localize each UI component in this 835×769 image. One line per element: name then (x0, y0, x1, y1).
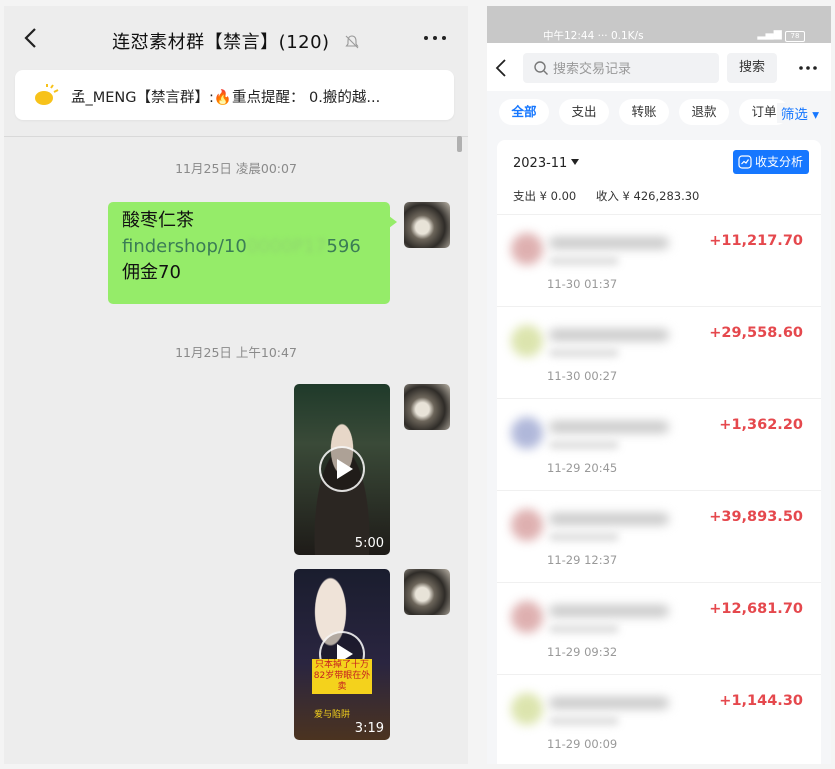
income-summary: 收入 ¥ 426,283.30 (595, 189, 700, 203)
blurred-merchant-name (549, 697, 669, 709)
chart-icon (738, 155, 752, 169)
blurred-merchant-name (549, 605, 669, 617)
battery-icon: 78 (785, 31, 805, 42)
signal-icon: ▂▄▆ (757, 28, 782, 40)
transaction-row[interactable]: +39,893.50 11-29 12:37 (497, 490, 821, 583)
play-icon[interactable] (319, 446, 365, 492)
link-text: findershop/10 (122, 236, 247, 257)
mute-bell-icon (345, 35, 359, 49)
filter-button[interactable]: 筛选 ▾ (776, 103, 819, 123)
video-message[interactable]: 只本掉了十万 82岁带眼在外卖 爱与陷阱 3:19 (294, 569, 390, 740)
blurred-subtitle (549, 533, 619, 541)
transaction-row[interactable]: +29,558.60 11-30 00:27 (497, 306, 821, 399)
sender-avatar[interactable] (404, 384, 450, 430)
transaction-row[interactable]: +1,144.30 11-29 00:09 (497, 674, 821, 764)
chat-window: 连怼素材群【禁言】(120) 孟_MENG【禁言群】:🔥重点提醒： 0.搬的越.… (4, 6, 468, 764)
status-time: 中午12:44 (543, 30, 595, 42)
video-caption: 只本掉了十万 82岁带眼在外卖 (312, 659, 372, 694)
video-caption-line: 爱与陷阱 (314, 710, 351, 720)
chat-title-row: 连怼素材群【禁言】(120) (4, 28, 468, 54)
transaction-time: 11-30 00:27 (547, 369, 618, 383)
video-message[interactable]: 5:00 (294, 384, 390, 555)
transaction-amount: +29,558.60 (709, 325, 803, 341)
transaction-row[interactable]: +11,217.70 11-30 01:37 (497, 214, 821, 307)
status-bar: 中午12:44 ··· 0.1K/s ▂▄▆ 78 (487, 6, 831, 43)
blurred-merchant-icon (511, 417, 543, 449)
blurred-merchant-name (549, 513, 669, 525)
month-selector[interactable]: 2023-11 (513, 156, 580, 171)
search-bar: 搜索 (487, 43, 831, 91)
search-icon (534, 61, 548, 75)
transaction-amount: +1,144.30 (719, 693, 803, 709)
analysis-button[interactable]: 收支分析 (732, 150, 809, 174)
transaction-time: 11-29 09:32 (547, 645, 618, 659)
notice-text: 孟_MENG【禁言群】:🔥重点提醒： 0.搬的越... (71, 90, 381, 106)
analysis-label: 收支分析 (754, 155, 803, 169)
filter-chip-refund[interactable]: 退款 (679, 99, 729, 125)
more-options-icon[interactable] (420, 26, 450, 50)
chat-title: 连怼素材群【禁言】(120) (112, 32, 330, 53)
expense-summary: 支出 ¥ 0.00 (513, 189, 577, 203)
transaction-amount: +12,681.70 (709, 601, 803, 617)
search-button[interactable]: 搜索 (727, 53, 777, 83)
transaction-row[interactable]: +12,681.70 11-29 09:32 (497, 582, 821, 675)
blurred-merchant-icon (511, 601, 543, 633)
more-options-icon[interactable] (797, 58, 819, 78)
transaction-time: 11-29 12:37 (547, 553, 618, 567)
message-line: 佣金70 (122, 262, 181, 283)
search-input[interactable] (551, 57, 715, 81)
text-message-bubble[interactable]: 酸枣仁茶 findershop/100000P17596 佣金70 (108, 202, 397, 304)
transaction-list-card: 2023-11 收支分析 支出 ¥ 0.00 收入 ¥ 426,283.30 +… (497, 140, 821, 764)
video-caption-line: 只本掉了十万 (314, 660, 369, 670)
blurred-merchant-icon (511, 233, 543, 265)
blurred-subtitle (549, 257, 619, 265)
blurred-subtitle (549, 625, 619, 633)
sender-avatar[interactable] (404, 202, 450, 248)
blurred-subtitle (549, 349, 619, 357)
transaction-time: 11-29 00:09 (547, 737, 618, 751)
blurred-merchant-icon (511, 325, 543, 357)
status-icons: ▂▄▆ 78 (757, 28, 805, 42)
blurred-merchant-name (549, 329, 669, 341)
transaction-row[interactable]: +1,362.20 11-29 20:45 (497, 398, 821, 491)
message-line: 酸枣仁茶 (122, 210, 194, 231)
transaction-amount: +1,362.20 (719, 417, 803, 433)
timestamp-label: 11月25日 凌晨00:07 (175, 161, 297, 176)
blurred-merchant-name (549, 237, 669, 249)
notice-sun-icon (35, 84, 59, 105)
month-summary: 支出 ¥ 0.00 收入 ¥ 426,283.30 (513, 188, 715, 204)
status-speed: ··· 0.1K/s (597, 30, 644, 42)
video-caption-line: 82岁带眼在外卖 (313, 671, 371, 692)
blurred-subtitle (549, 441, 619, 449)
blurred-link-text: 0000P17 (246, 236, 327, 257)
sender-avatar[interactable] (404, 569, 450, 615)
caret-down-icon (571, 159, 580, 165)
blurred-merchant-name (549, 421, 669, 433)
transaction-time: 11-29 20:45 (547, 461, 618, 475)
video-duration: 3:19 (354, 721, 384, 736)
timestamp-label: 11月25日 上午10:47 (175, 345, 297, 360)
video-duration: 5:00 (354, 536, 384, 551)
transaction-time: 11-30 01:37 (547, 277, 618, 291)
transaction-amount: +11,217.70 (709, 233, 803, 249)
filter-chip-expense[interactable]: 支出 (559, 99, 609, 125)
blurred-subtitle (549, 717, 619, 725)
search-box[interactable] (523, 53, 719, 83)
month-label: 2023-11 (513, 156, 568, 171)
message-link-line[interactable]: findershop/100000P17596 (122, 234, 376, 260)
link-text-tail: 596 (326, 236, 361, 257)
blurred-merchant-icon (511, 509, 543, 541)
chat-header: 连怼素材群【禁言】(120) (4, 6, 468, 70)
scrollbar[interactable] (457, 136, 462, 152)
filter-chips: 全部 支出 转账 退款 订单 筛选 ▾ (487, 91, 831, 131)
back-arrow-icon[interactable] (493, 57, 511, 79)
header-divider (4, 136, 468, 137)
filter-chip-all[interactable]: 全部 (499, 99, 549, 125)
transaction-screen: 中午12:44 ··· 0.1K/s ▂▄▆ 78 搜索 全部 支出 转账 退款… (487, 6, 831, 764)
blurred-merchant-icon (511, 693, 543, 725)
group-notice-bar[interactable]: 孟_MENG【禁言群】:🔥重点提醒： 0.搬的越... (15, 70, 454, 120)
transaction-amount: +39,893.50 (709, 509, 803, 525)
status-time-row: 中午12:44 ··· 0.1K/s (543, 28, 644, 43)
filter-chip-transfer[interactable]: 转账 (619, 99, 669, 125)
